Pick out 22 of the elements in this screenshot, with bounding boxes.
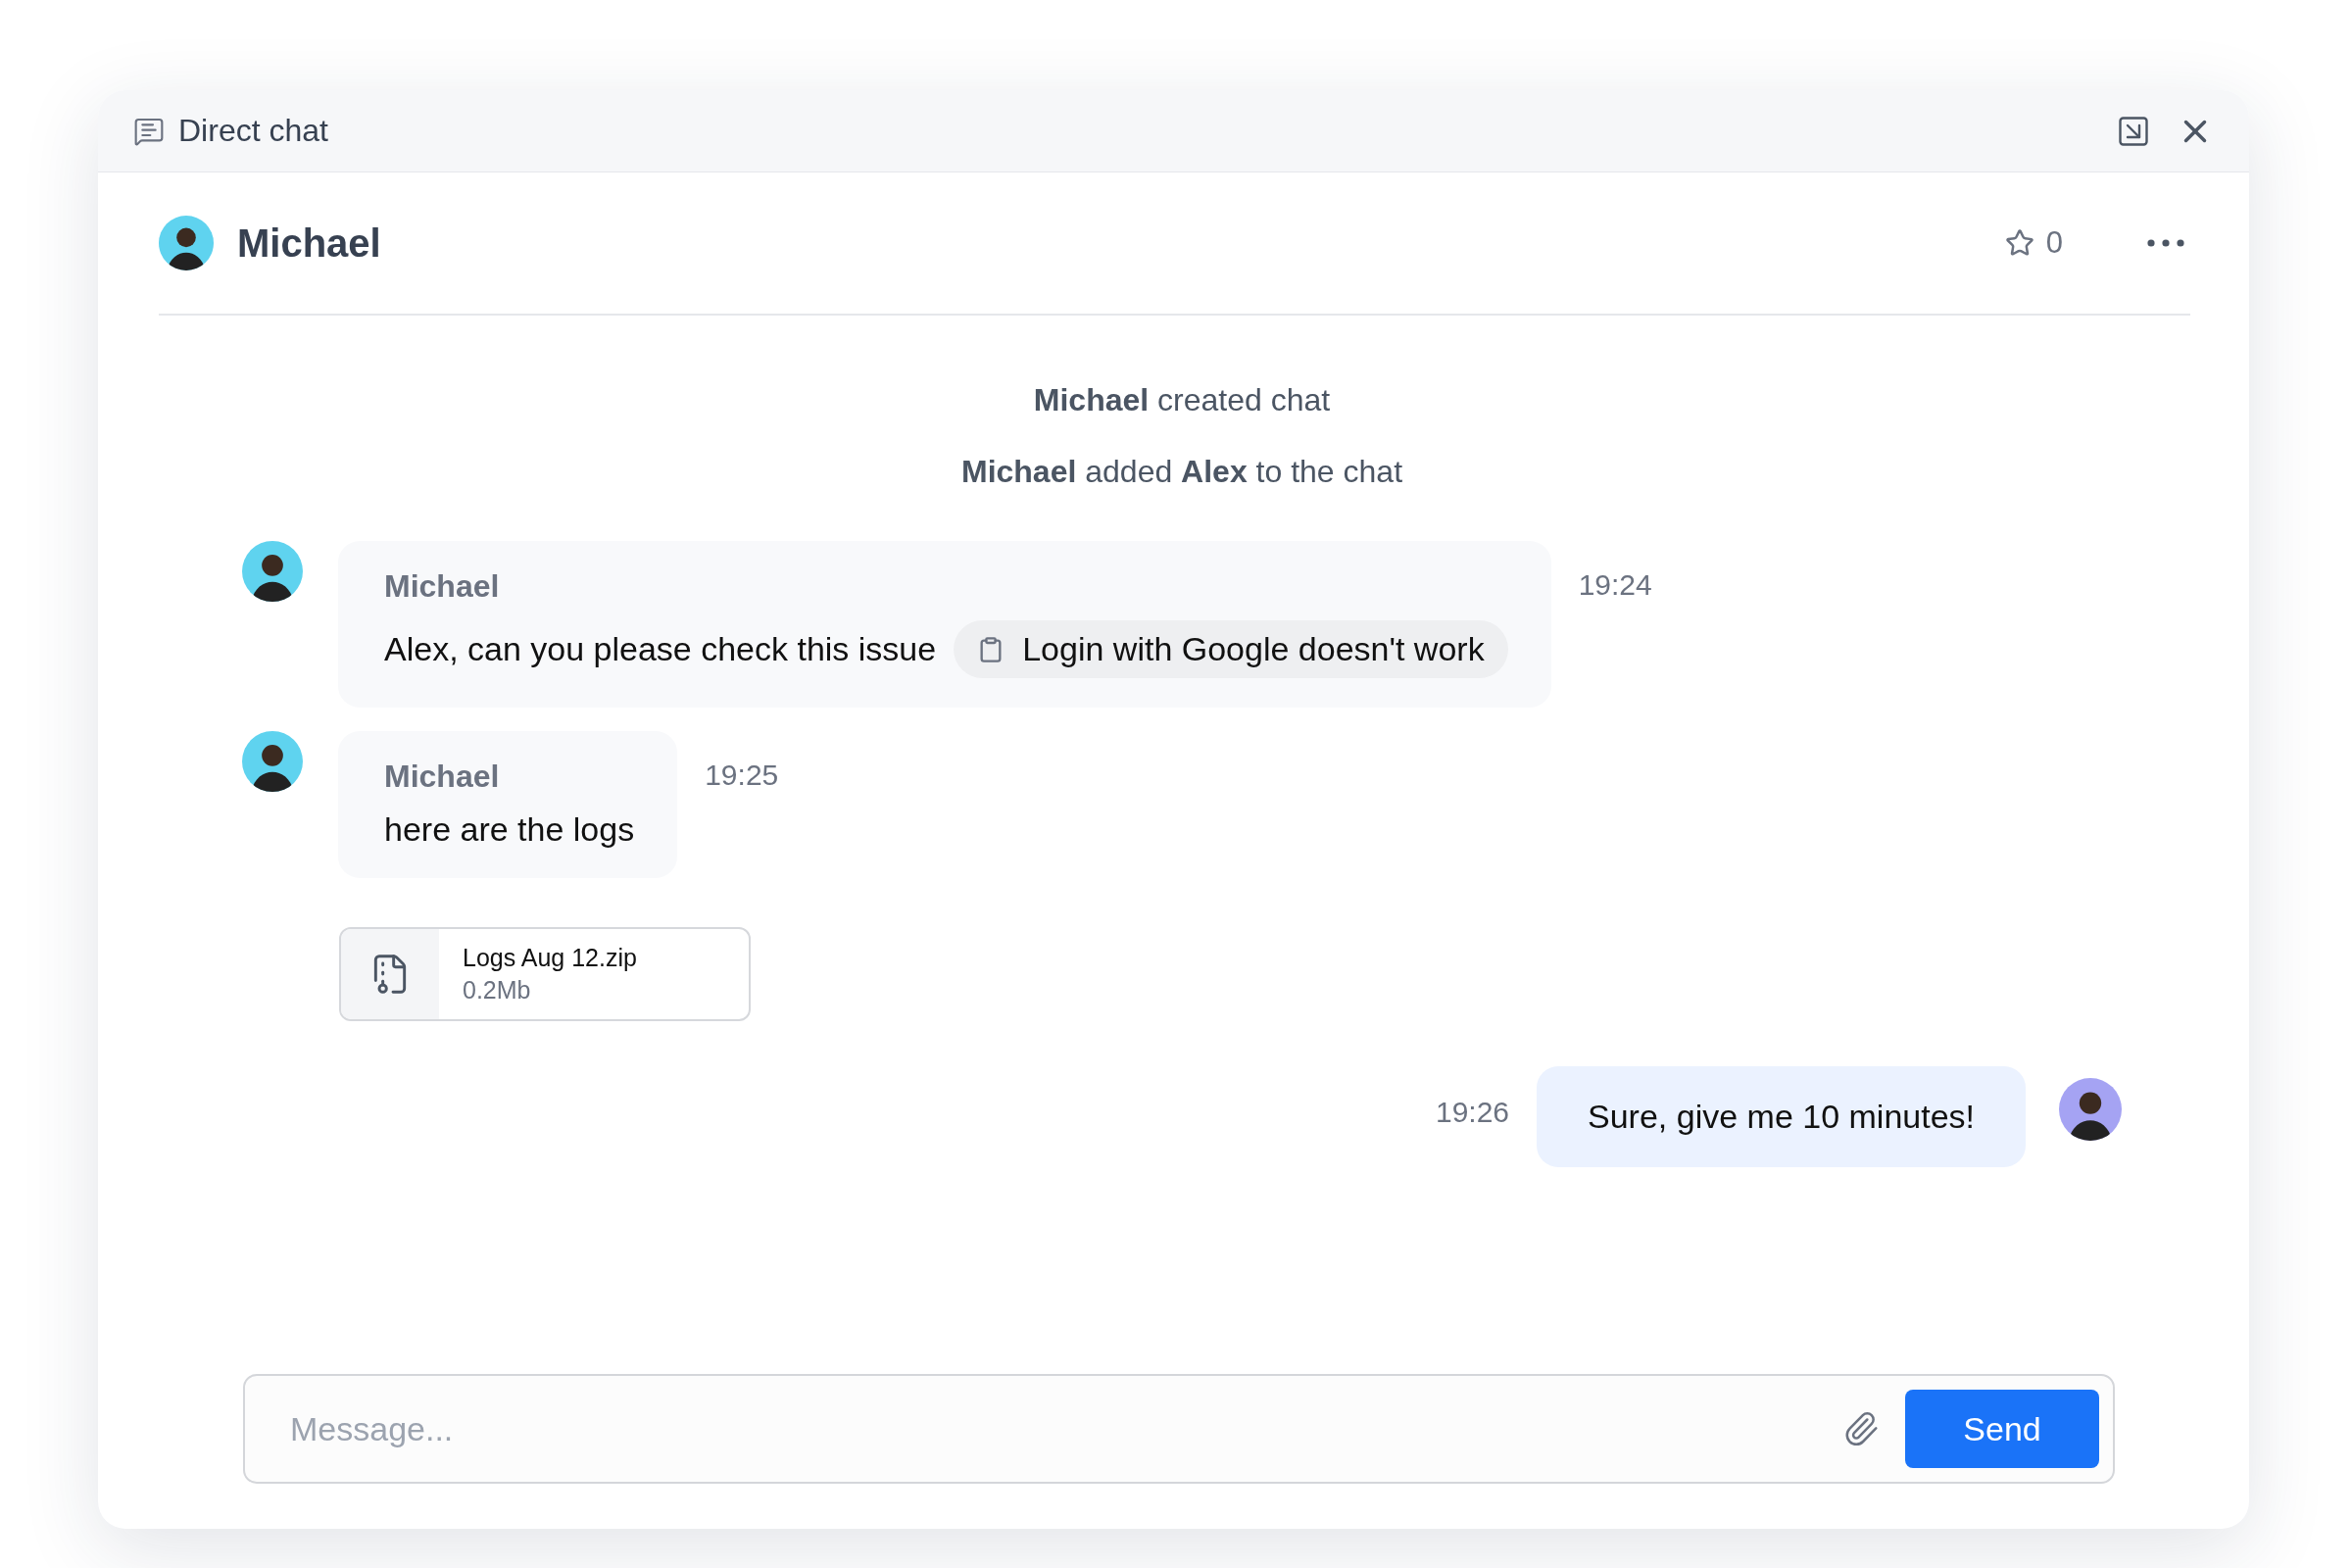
message-time: 19:25 [705,759,779,792]
star-icon [2004,228,2034,258]
send-button[interactable]: Send [1905,1390,2099,1468]
system-message: Michael added Alex to the chat [959,454,1404,490]
message-time: 19:26 [1435,1096,1510,1129]
window-title: Direct chat [178,113,329,149]
file-name: Logs Aug 12.zip [463,944,637,972]
system-message: Michael created chat [1032,382,1332,418]
contact-name: Michael [237,220,382,266]
message-text: Sure, give me 10 minutes! [1588,1098,1975,1136]
message-time: 19:24 [1578,568,1652,602]
author-name: Michael [384,759,501,795]
file-attachment[interactable]: Logs Aug 12.zip 0.2Mb [339,927,751,1021]
star-button[interactable]: 0 [1998,224,2069,262]
message-composer[interactable]: Message... Send [243,1374,2115,1484]
more-icon [2147,239,2184,247]
message-text: here are the logs [384,810,635,849]
issue-link[interactable]: Login with Google doesn't work [954,620,1508,678]
message-text: Alex, can you please check this issue [384,630,937,668]
author-name: Michael [384,568,501,605]
avatar [159,216,214,270]
file-size: 0.2Mb [463,976,532,1004]
